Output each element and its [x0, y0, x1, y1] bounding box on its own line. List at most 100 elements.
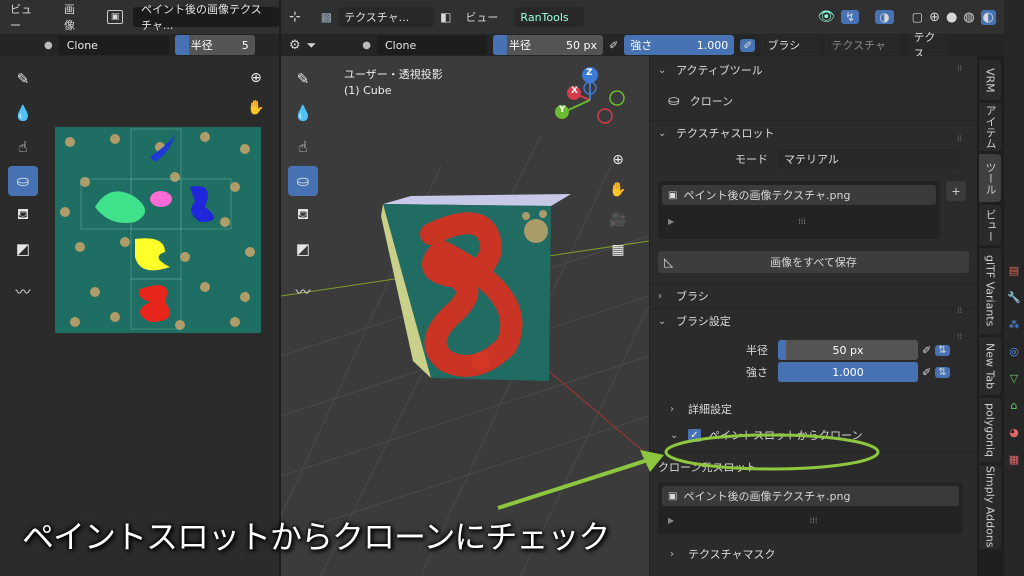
brush-icon[interactable]: ● [44, 40, 53, 51]
resize-handle-icon[interactable]: ⁞⁞⁞ [810, 516, 818, 525]
brush-name-field[interactable]: Clone [58, 35, 169, 55]
viewport-canvas[interactable] [281, 56, 649, 576]
mask-tool-icon[interactable]: ◩ [8, 234, 38, 264]
clone-source-item[interactable]: ▣ ペイント後の画像テクスチャ.png [662, 486, 959, 506]
clone-tool-icon[interactable]: ⛀ [8, 166, 38, 196]
unified-radius-icon[interactable]: ⇅ [935, 344, 950, 356]
mode-dropdown[interactable]: テクスチャ... [338, 7, 435, 27]
panel-drag-handle-icon[interactable]: ⁞⁞ [957, 306, 962, 315]
constraints-icon[interactable]: ▽ [1010, 372, 1018, 385]
rantools-menu[interactable]: RanTools [514, 7, 585, 27]
solid-shading-icon[interactable]: ● [946, 10, 957, 25]
wireframe-shading-icon[interactable]: ⊕ [929, 10, 940, 25]
tab-gltf-variants[interactable]: glTF Variants [979, 248, 1001, 334]
xray-icon[interactable]: ▢ [912, 10, 923, 24]
active-tool-header[interactable]: ⌄ アクティブツール [650, 58, 977, 82]
pressure-icon[interactable]: ✐ [922, 366, 931, 379]
rendered-shading-icon[interactable]: ◐ [980, 9, 996, 25]
image-menu[interactable]: 画像 [64, 1, 85, 33]
fill-tool-icon[interactable]: ⛾ [288, 200, 318, 230]
material-icon[interactable]: ◕ [1009, 426, 1019, 439]
physics-icon[interactable]: ◎ [1009, 345, 1019, 358]
filter-icon[interactable]: ⏷ [307, 38, 317, 53]
camera-icon[interactable]: 🎥 [606, 208, 630, 232]
clone-tool-icon[interactable]: ⛀ [288, 166, 318, 196]
editor-type-icon[interactable]: ⊹ [289, 9, 301, 25]
image-browse-icon[interactable]: ▣ [107, 10, 123, 24]
settings-gear-icon[interactable]: ⚙ [289, 38, 301, 53]
expand-triangle-icon[interactable]: ▶ [668, 217, 674, 226]
image-name-field[interactable]: ペイント後の画像テクスチャ... [132, 3, 280, 32]
texture-slot-item[interactable]: ▣ ペイント後の画像テクスチャ.png [662, 185, 936, 205]
smear-tool-icon[interactable]: ☝ [8, 132, 38, 162]
panel-drag-handle-icon[interactable]: ⁞⁞ [957, 64, 962, 73]
pan-hand-icon[interactable]: ✋ [606, 178, 630, 202]
tab-polygoniq[interactable]: polygoniq [979, 398, 1001, 462]
tab-simply-addons[interactable]: Simply Addons [979, 465, 1001, 549]
add-slot-icon[interactable]: + [946, 181, 966, 201]
clone-from-slot-label[interactable]: ペイントスロットからクローン [709, 427, 862, 443]
overlay-icon[interactable]: ◑ [875, 10, 894, 24]
pressure-icon[interactable]: ✐ [922, 344, 931, 357]
texture-menu-2[interactable]: テクス [907, 31, 948, 60]
annotate-tool-icon[interactable]: 〰 [288, 276, 318, 306]
advanced-subpanel-header[interactable]: › 詳細設定 [650, 397, 977, 421]
tab-item[interactable]: アイテム [979, 103, 1001, 151]
object-icon[interactable]: ◧ [440, 10, 451, 24]
expand-triangle-icon[interactable]: ▶ [668, 516, 674, 525]
tool-props-icon[interactable]: ▤ [1009, 264, 1019, 277]
texture-icon[interactable]: ▦ [1009, 453, 1019, 466]
brush-settings-header[interactable]: ⌄ ブラシ設定 [650, 309, 977, 333]
clone-source-list: ▣ ペイント後の画像テクスチャ.png ▶ ⁞⁞⁞ [658, 482, 963, 534]
brush-name-field[interactable]: Clone [377, 35, 487, 55]
panel-drag-handle-icon[interactable]: ⁞⁞ [957, 134, 962, 143]
radius-slider[interactable]: 半径 50 px [493, 35, 603, 55]
brush-icon[interactable]: ● [362, 40, 371, 51]
brush-menu[interactable]: ブラシ [761, 35, 820, 55]
fill-tool-icon[interactable]: ⛾ [8, 200, 38, 230]
pan-hand-icon[interactable]: ✋ [244, 96, 268, 120]
strength-slider[interactable]: 強さ 1.000 [624, 35, 735, 55]
save-all-images-button[interactable]: ◺ 画像をすべて保存 [658, 251, 969, 273]
tab-tool[interactable]: ツール [979, 154, 1001, 202]
resize-handle-icon[interactable]: ⁞⁞⁞ [798, 217, 806, 226]
strength-label: 強さ [630, 39, 653, 52]
material-shading-icon[interactable]: ◍ [963, 10, 974, 25]
draw-tool-icon[interactable]: ✎ [288, 64, 318, 94]
mode-dropdown[interactable]: マテリアル [778, 149, 960, 169]
brush-header[interactable]: › ブラシ [650, 284, 977, 308]
radius-slider[interactable]: 50 px [778, 340, 918, 360]
panel-drag-handle-icon[interactable]: ⁞⁞ [957, 332, 962, 341]
visibility-icon[interactable]: 👁 [817, 9, 835, 25]
particles-icon[interactable]: ⁂ [1009, 318, 1020, 331]
texture-mask-header[interactable]: › テクスチャマスク [650, 542, 977, 566]
zoom-icon[interactable]: ⊕ [244, 66, 268, 90]
tab-vrm[interactable]: VRM [979, 60, 1001, 100]
draw-tool-icon[interactable]: ✎ [8, 64, 38, 94]
strength-slider[interactable]: 1.000 [778, 362, 918, 382]
texture-menu[interactable]: テクスチャ [825, 35, 902, 55]
wrench-icon[interactable]: 🔧 [1007, 291, 1021, 304]
unified-strength-icon[interactable]: ⇅ [935, 366, 950, 378]
texture-slots-header[interactable]: ⌄ テクスチャスロット [650, 121, 977, 145]
clone-from-slot-checkbox[interactable]: ✓ [688, 428, 701, 442]
zoom-icon[interactable]: ⊕ [606, 148, 630, 172]
smear-tool-icon[interactable]: ☝ [288, 132, 318, 162]
slot-item-name: ペイント後の画像テクスチャ.png [683, 189, 851, 202]
navigation-gizmo[interactable]: Z X Y [548, 66, 632, 130]
pressure-icon[interactable]: ✐ [609, 39, 618, 52]
data-icon[interactable]: ⌂ [1011, 399, 1018, 412]
soften-tool-icon[interactable]: 💧 [288, 98, 318, 128]
mode-icon[interactable]: ▩ [321, 10, 332, 24]
annotate-tool-icon[interactable]: 〰 [8, 276, 38, 306]
strength-pressure-icon[interactable]: ✐ [740, 38, 756, 52]
gizmo-toggle-icon[interactable]: ↯ [841, 10, 860, 24]
soften-tool-icon[interactable]: 💧 [8, 98, 38, 128]
left-radius-slider[interactable]: 半径 5 [174, 35, 255, 55]
view-menu[interactable]: ビュー [10, 1, 42, 33]
tab-view[interactable]: ビュー [979, 205, 1001, 245]
mask-tool-icon[interactable]: ◩ [288, 234, 318, 264]
tab-new-tab[interactable]: New Tab [979, 337, 1001, 395]
perspective-grid-icon[interactable]: ▦ [606, 238, 630, 262]
view-menu[interactable]: ビュー [465, 9, 498, 25]
